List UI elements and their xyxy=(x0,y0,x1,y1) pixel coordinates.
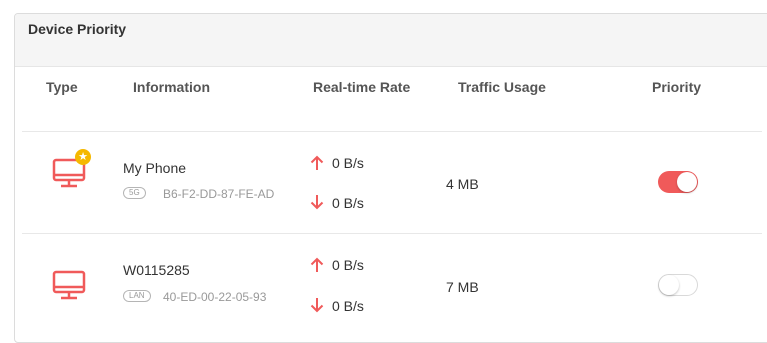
upload-rate: 0 B/s xyxy=(332,257,364,273)
column-header-priority: Priority xyxy=(652,79,702,95)
traffic-usage: 7 MB xyxy=(446,279,479,295)
column-header-realtime-rate: Real-time Rate xyxy=(313,79,411,95)
arrow-up-icon xyxy=(310,155,324,170)
column-header-type: Type xyxy=(46,79,78,95)
mac-address: B6-F2-DD-87-FE-AD xyxy=(163,187,275,201)
priority-toggle[interactable] xyxy=(658,171,698,193)
download-rate: 0 B/s xyxy=(332,195,364,211)
row-divider xyxy=(22,131,762,132)
priority-toggle[interactable] xyxy=(658,274,698,296)
panel-title: Device Priority xyxy=(28,21,127,37)
row-divider xyxy=(22,233,762,234)
star-icon: ★ xyxy=(75,149,91,165)
traffic-usage: 4 MB xyxy=(446,176,479,192)
mac-address: 40-ED-00-22-05-93 xyxy=(163,290,267,304)
arrow-down-icon xyxy=(310,298,324,313)
toggle-knob xyxy=(659,275,679,295)
column-header-information: Information xyxy=(133,79,210,95)
column-header-traffic-usage: Traffic Usage xyxy=(458,79,546,95)
arrow-up-icon xyxy=(310,257,324,272)
monitor-icon xyxy=(52,270,86,300)
device-name: W0115285 xyxy=(123,262,190,278)
download-rate: 0 B/s xyxy=(332,298,364,314)
panel-header xyxy=(15,14,767,67)
toggle-knob xyxy=(677,172,697,192)
band-badge: LAN xyxy=(123,290,151,302)
upload-rate: 0 B/s xyxy=(332,155,364,171)
arrow-down-icon xyxy=(310,195,324,210)
device-name: My Phone xyxy=(123,160,187,176)
band-badge: 5G xyxy=(123,187,146,199)
